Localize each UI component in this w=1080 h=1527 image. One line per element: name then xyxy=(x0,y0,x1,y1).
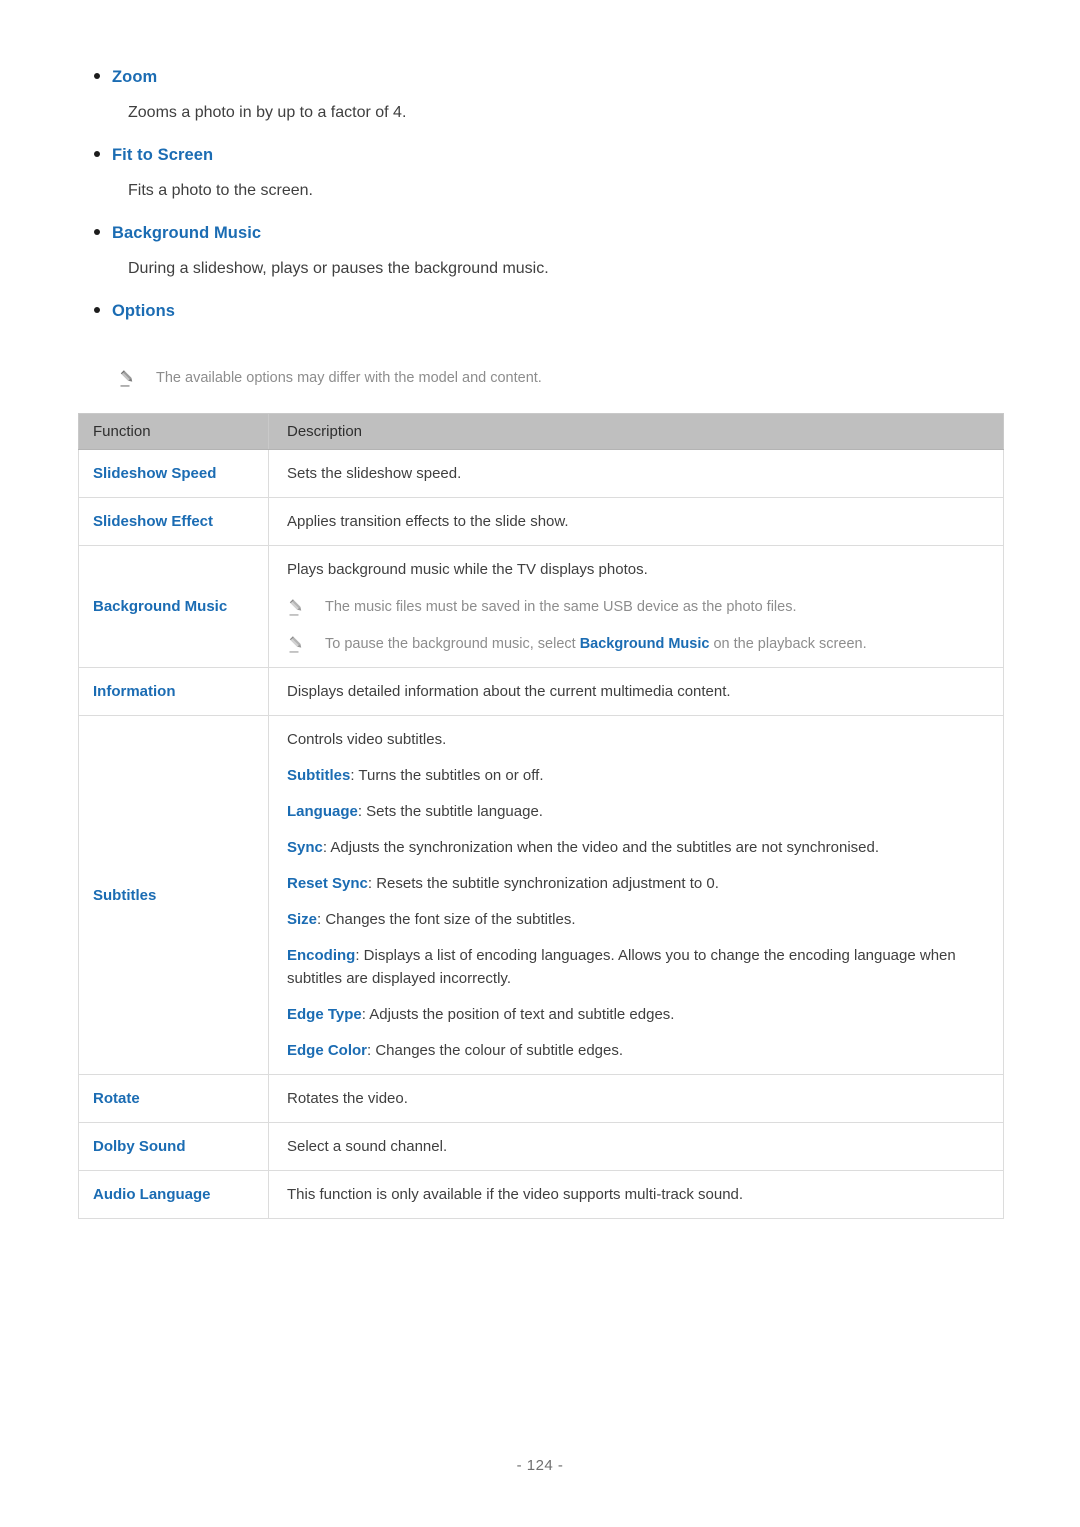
bullet-desc-background-music: During a slideshow, plays or pauses the … xyxy=(128,260,549,277)
desc-text: : Turns the subtitles on or off. xyxy=(350,767,544,784)
bullet-heading-options: Options xyxy=(112,302,176,320)
row-description: Sets the slideshow speed. xyxy=(268,449,1004,498)
table-row: Audio Language This function is only ava… xyxy=(78,1170,1004,1219)
row-note-text: The music files must be saved in the sam… xyxy=(325,599,797,615)
document-page: Zoom Zooms a photo in by up to a factor … xyxy=(0,0,1080,1527)
bullet-desc-fit-to-screen: Fits a photo to the screen. xyxy=(128,182,313,199)
desc-text: : Adjusts the synchronization when the v… xyxy=(322,839,880,856)
keyword-edge-type: Edge Type xyxy=(287,1006,362,1023)
bullet-section-zoom: Zoom Zooms a photo in by up to a factor … xyxy=(78,66,1008,124)
table-header-row: Function Description xyxy=(78,413,1004,450)
row-description: Rotates the video. xyxy=(268,1074,1004,1123)
desc-text: : Resets the subtitle synchronization ad… xyxy=(367,875,719,892)
row-description: Select a sound channel. xyxy=(268,1122,1004,1171)
row-description: Applies transition effects to the slide … xyxy=(268,497,1004,546)
desc-line: Edge Type: Adjusts the position of text … xyxy=(287,1003,985,1026)
note-pre-text: To pause the background music, select xyxy=(325,636,580,652)
table-row: Slideshow Speed Sets the slideshow speed… xyxy=(78,449,1004,498)
keyword-language: Language xyxy=(287,803,358,820)
desc-line: Plays background music while the TV disp… xyxy=(287,561,648,578)
row-note: The music files must be saved in the sam… xyxy=(287,597,985,618)
row-function-label: Subtitles xyxy=(78,715,269,1075)
desc-line: Edge Color: Changes the colour of subtit… xyxy=(287,1039,985,1062)
row-function-label: Background Music xyxy=(78,545,269,668)
desc-text: : Sets the subtitle language. xyxy=(357,803,543,820)
row-description: This function is only available if the v… xyxy=(268,1170,1004,1219)
desc-text: : Displays a list of encoding languages.… xyxy=(287,947,956,987)
table-row: Slideshow Effect Applies transition effe… xyxy=(78,497,1004,546)
table-body: Slideshow Speed Sets the slideshow speed… xyxy=(78,449,1004,1219)
row-function-label: Slideshow Speed xyxy=(78,449,269,498)
desc-text: : Changes the colour of subtitle edges. xyxy=(367,1042,624,1059)
bullet-section-background-music: Background Music During a slideshow, pla… xyxy=(78,222,1008,280)
bullet-dot-icon xyxy=(78,224,100,244)
keyword-sync: Sync xyxy=(287,839,323,856)
bullet-dot-icon xyxy=(78,146,100,166)
bullet-desc-zoom: Zooms a photo in by up to a factor of 4. xyxy=(128,104,407,121)
note-post-text: on the playback screen. xyxy=(709,636,867,652)
desc-line: Rotates the video. xyxy=(287,1090,408,1107)
bullet-dot-icon xyxy=(78,68,100,88)
table-row: Subtitles Controls video subtitles. Subt… xyxy=(78,715,1004,1075)
bullet-heading-fit-to-screen: Fit to Screen xyxy=(112,146,214,164)
row-function-label: Information xyxy=(78,667,269,716)
row-function-label: Slideshow Effect xyxy=(78,497,269,546)
keyword-size: Size xyxy=(287,911,318,928)
desc-line: Sync: Adjusts the synchronization when t… xyxy=(287,836,985,859)
row-note: To pause the background music, select Ba… xyxy=(287,634,985,655)
keyword-encoding: Encoding xyxy=(287,947,356,964)
table-row: Dolby Sound Select a sound channel. xyxy=(78,1122,1004,1171)
desc-text: : Changes the font size of the subtitles… xyxy=(317,911,576,928)
pencil-icon xyxy=(287,598,311,618)
options-table: Function Description Slideshow Speed Set… xyxy=(78,413,1004,1219)
desc-line: Displays detailed information about the … xyxy=(287,683,731,700)
desc-line: Encoding: Displays a list of encoding la… xyxy=(287,944,985,990)
desc-line: Select a sound channel. xyxy=(287,1138,448,1155)
row-function-label: Rotate xyxy=(78,1074,269,1123)
bullet-dot-icon xyxy=(78,302,100,322)
row-description: Displays detailed information about the … xyxy=(268,667,1004,716)
desc-line: Subtitles: Turns the subtitles on or off… xyxy=(287,764,985,787)
bullet-heading-background-music: Background Music xyxy=(112,224,262,242)
desc-line: Size: Changes the font size of the subti… xyxy=(287,908,985,931)
row-function-label: Audio Language xyxy=(78,1170,269,1219)
desc-line: This function is only available if the v… xyxy=(287,1186,744,1203)
desc-line: Applies transition effects to the slide … xyxy=(287,513,569,530)
keyword-subtitles: Subtitles xyxy=(287,767,351,784)
options-note-text: The available options may differ with th… xyxy=(156,370,542,386)
pencil-icon xyxy=(118,369,142,389)
row-description: Plays background music while the TV disp… xyxy=(268,545,1004,668)
desc-line: Controls video subtitles. xyxy=(287,731,447,748)
keyword-edge-color: Edge Color xyxy=(287,1042,368,1059)
column-header-function: Function xyxy=(78,413,269,450)
desc-text: : Adjusts the position of text and subti… xyxy=(361,1006,675,1023)
page-footer: - 124 - xyxy=(516,1457,564,1474)
desc-line: Sets the slideshow speed. xyxy=(287,465,462,482)
note-keyword-background-music: Background Music xyxy=(579,636,710,652)
table-row: Information Displays detailed informatio… xyxy=(78,667,1004,716)
options-bullet-list: Zoom Zooms a photo in by up to a factor … xyxy=(78,66,1008,342)
desc-line: Language: Sets the subtitle language. xyxy=(287,800,985,823)
desc-line: Reset Sync: Resets the subtitle synchron… xyxy=(287,872,985,895)
keyword-reset-sync: Reset Sync xyxy=(287,875,368,892)
column-header-description: Description xyxy=(268,413,1004,450)
row-note-text: To pause the background music, select Ba… xyxy=(311,634,867,655)
options-note: The available options may differ with th… xyxy=(118,368,998,389)
table-row: Rotate Rotates the video. xyxy=(78,1074,1004,1123)
table-row: Background Music Plays background music … xyxy=(78,545,1004,668)
pencil-icon xyxy=(287,635,311,655)
row-description: Controls video subtitles. Subtitles: Tur… xyxy=(268,715,1004,1075)
bullet-section-options: Options xyxy=(78,300,1008,322)
row-function-label: Dolby Sound xyxy=(78,1122,269,1171)
bullet-heading-zoom: Zoom xyxy=(112,68,158,86)
bullet-section-fit-to-screen: Fit to Screen Fits a photo to the screen… xyxy=(78,144,1008,202)
